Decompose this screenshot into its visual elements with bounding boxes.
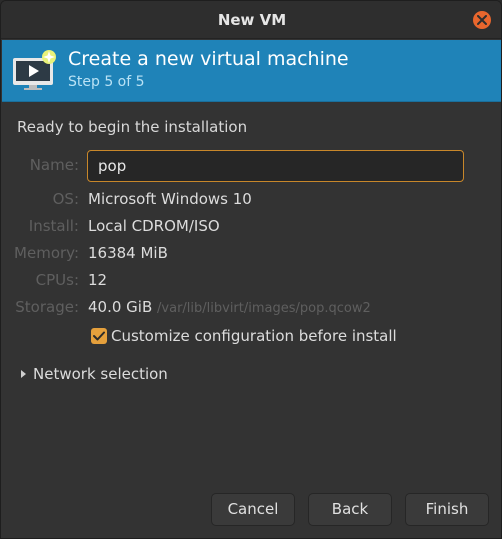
name-label: Name: [29, 156, 79, 174]
cancel-button[interactable]: Cancel [211, 493, 295, 526]
close-icon [477, 15, 487, 25]
close-button[interactable] [473, 11, 491, 29]
customize-checkbox[interactable] [91, 328, 107, 344]
storage-label: Storage: [15, 298, 79, 316]
network-selection-label: Network selection [33, 365, 168, 383]
banner-title: Create a new virtual machine [68, 48, 349, 70]
os-label: OS: [52, 190, 79, 208]
memory-value: 16384 MiB [88, 244, 168, 262]
storage-size: 40.0 GiB [88, 298, 153, 316]
storage-path: /var/lib/libvirt/images/pop.qcow2 [157, 301, 371, 316]
customize-label[interactable]: Customize configuration before install [111, 327, 397, 345]
window-title: New VM [217, 11, 287, 29]
os-value: Microsoft Windows 10 [88, 190, 252, 208]
title-bar[interactable]: New VM [1, 1, 501, 39]
expander-arrow-icon [21, 370, 26, 378]
cpus-label: CPUs: [35, 271, 79, 289]
wizard-banner: Create a new virtual machine Step 5 of 5 [2, 40, 501, 102]
install-value: Local CDROM/ISO [88, 217, 220, 235]
vm-name-input[interactable] [87, 150, 464, 182]
storage-value: 40.0 GiB /var/lib/libvirt/images/pop.qco… [88, 298, 371, 316]
checkmark-icon [93, 331, 105, 341]
finish-button[interactable]: Finish [405, 493, 489, 526]
back-button[interactable]: Back [308, 493, 392, 526]
summary-heading: Ready to begin the installation [17, 118, 248, 136]
new-vm-dialog: New VM Create a new virtual machine Step… [0, 0, 502, 539]
step-indicator: Step 5 of 5 [68, 74, 145, 90]
cpus-value: 12 [88, 271, 108, 289]
memory-label: Memory: [14, 244, 79, 262]
virtual-machine-icon [13, 50, 56, 90]
install-label: Install: [28, 217, 79, 235]
